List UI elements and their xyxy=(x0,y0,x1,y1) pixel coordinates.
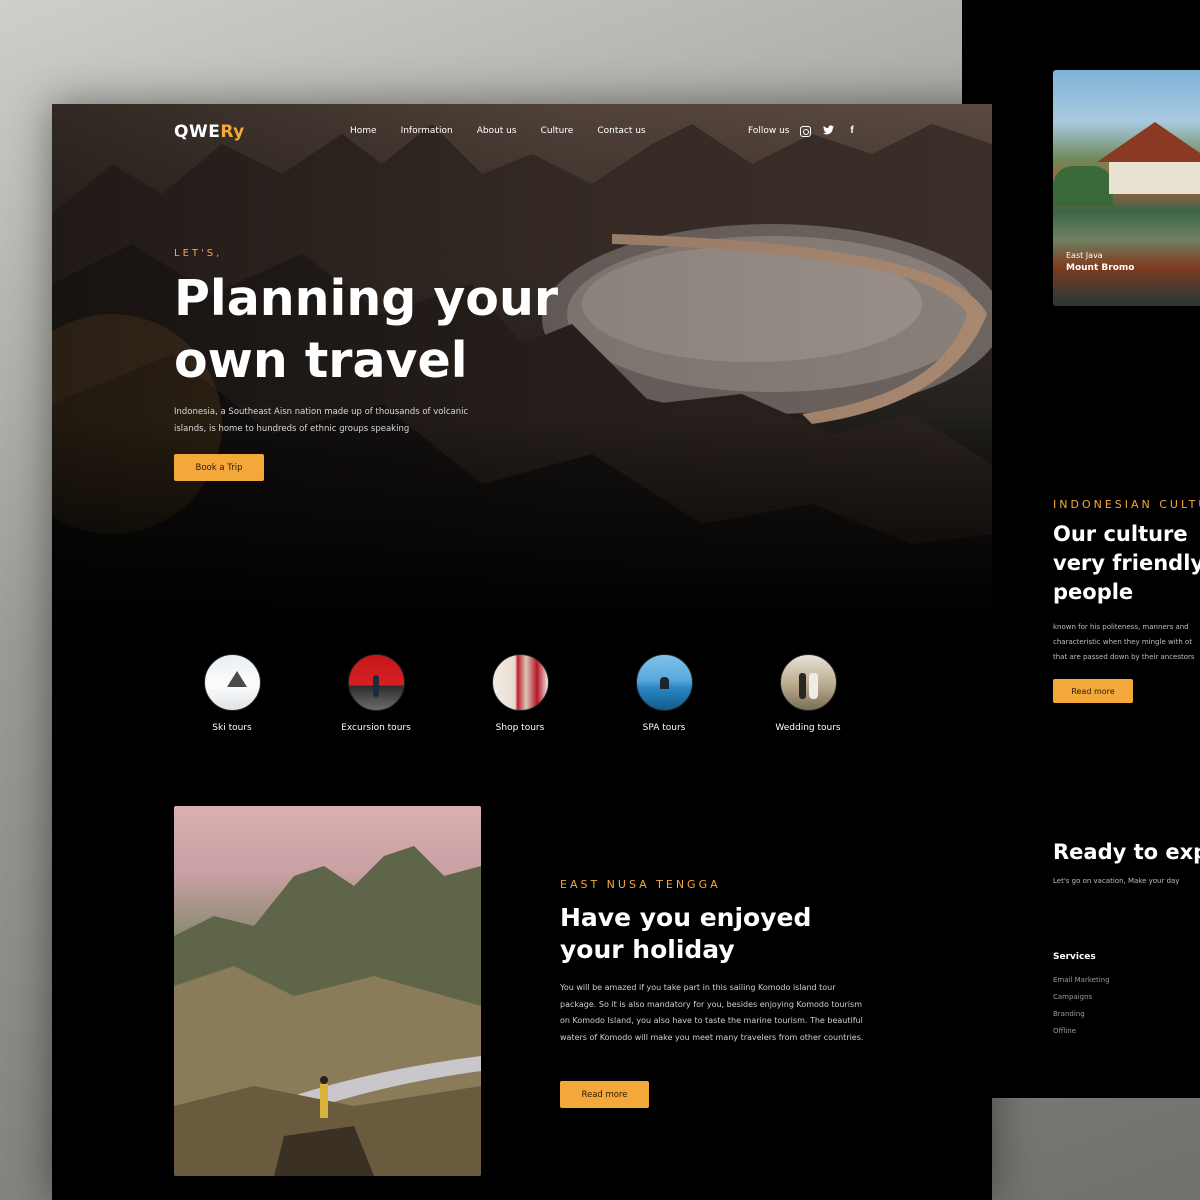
tour-label: Ski tours xyxy=(212,723,252,733)
card-name: Mount Bromo xyxy=(1066,263,1135,273)
spa-tour-image xyxy=(635,654,693,711)
main-nav: Home Information About us Culture Contac… xyxy=(350,126,646,136)
tour-categories: Ski tours Excursion tours Shop tours SPA… xyxy=(152,654,892,744)
nav-information[interactable]: Information xyxy=(401,126,453,136)
tour-label: SPA tours xyxy=(642,723,686,733)
culture-read-more-button[interactable]: Read more xyxy=(1053,679,1133,703)
culture-body: known for his politeness, manners and ch… xyxy=(1053,623,1195,661)
services-title: Services xyxy=(1053,952,1096,962)
tour-item-ski[interactable]: Ski tours xyxy=(160,654,304,733)
tour-item-wedding[interactable]: Wedding tours xyxy=(736,654,880,733)
services-link[interactable]: Campaigns xyxy=(1053,989,1110,1006)
ski-tour-image xyxy=(203,654,261,711)
facebook-icon[interactable]: f xyxy=(846,124,858,136)
hero-description: Indonesia, a Southeast Aisn nation made … xyxy=(174,407,469,434)
culture-eyebrow: INDONESIAN CULTU xyxy=(1053,498,1200,511)
main-page: QWERy Home Information About us Culture … xyxy=(52,104,992,1200)
services-link[interactable]: Offline xyxy=(1053,1023,1110,1040)
brand-logo[interactable]: QWERy xyxy=(174,122,245,142)
card-location: East Java xyxy=(1066,251,1103,260)
hero-eyebrow: LET'S, xyxy=(174,248,223,259)
ready-title: Ready to exp xyxy=(1053,840,1200,864)
tour-label: Shop tours xyxy=(495,723,545,733)
nav-home[interactable]: Home xyxy=(350,126,377,136)
holiday-title: Have you enjoyed your holiday xyxy=(560,903,812,964)
twitter-icon[interactable] xyxy=(822,124,834,136)
mount-bromo-caption: East Java Mount Bromo xyxy=(1066,250,1134,274)
tour-label: Excursion tours xyxy=(341,723,411,733)
tour-item-shop[interactable]: Shop tours xyxy=(448,654,592,733)
ready-subtitle: Let's go on vacation, Make your day xyxy=(1053,877,1180,885)
instagram-icon[interactable] xyxy=(800,126,811,137)
holiday-description: You will be amazed if you take part in t… xyxy=(560,983,864,1042)
nav-about-us[interactable]: About us xyxy=(477,126,517,136)
read-more-button[interactable]: Read more xyxy=(560,1081,649,1108)
services-link[interactable]: Branding xyxy=(1053,1006,1110,1023)
komodo-landscape-image xyxy=(174,806,481,1176)
shop-tour-image xyxy=(491,654,549,711)
tour-item-spa[interactable]: SPA tours xyxy=(592,654,736,733)
book-a-trip-button[interactable]: Book a Trip xyxy=(174,454,264,481)
tour-item-excursion[interactable]: Excursion tours xyxy=(304,654,448,733)
services-link[interactable]: Email Marketing xyxy=(1053,972,1110,989)
tour-label: Wedding tours xyxy=(775,723,841,733)
culture-title: Our culture very friendly people xyxy=(1053,522,1200,604)
hero-title: Planning your own travel xyxy=(174,270,559,389)
services-list: Email Marketing Campaigns Branding Offli… xyxy=(1053,972,1110,1040)
follow-us-label: Follow us xyxy=(748,126,790,136)
excursion-tour-image xyxy=(347,654,405,711)
nav-contact-us[interactable]: Contact us xyxy=(597,126,645,136)
nav-culture[interactable]: Culture xyxy=(541,126,574,136)
holiday-eyebrow: EAST NUSA TENGGA xyxy=(560,878,721,891)
wedding-tour-image xyxy=(779,654,837,711)
secondary-page-preview: East Java Mount Bromo INDONESIAN CULTU O… xyxy=(962,0,1200,1098)
